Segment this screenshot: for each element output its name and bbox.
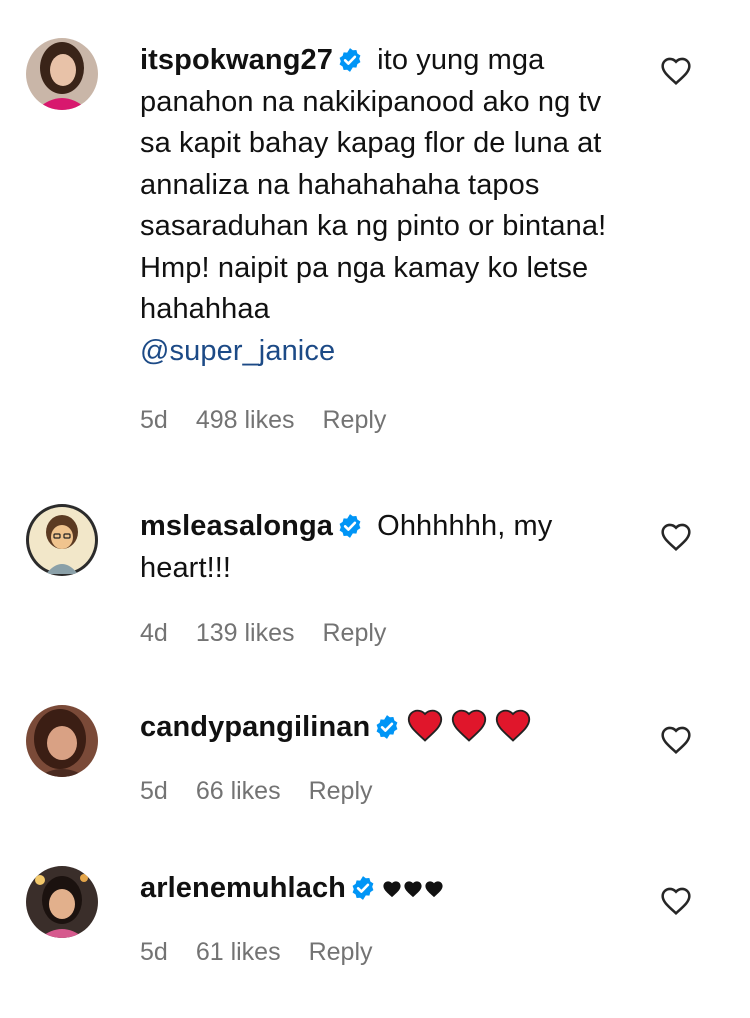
comment-text: candypangilinan	[140, 707, 640, 749]
reply-button[interactable]: Reply	[322, 619, 386, 648]
comment-body: itspokwang27 ito yung mga panahon na nak…	[140, 40, 640, 435]
verified-badge-icon	[376, 715, 398, 739]
mention-link[interactable]: @super_janice	[140, 335, 335, 367]
avatar[interactable]	[26, 705, 98, 777]
comment-content: ito yung mga panahon na nakikipanood ako…	[140, 44, 607, 325]
like-heart-icon[interactable]	[660, 56, 692, 88]
reply-button[interactable]: Reply	[322, 406, 386, 435]
reply-button[interactable]: Reply	[309, 777, 373, 806]
reply-button[interactable]: Reply	[309, 938, 373, 967]
comment-text: arlenemuhlach	[140, 868, 640, 910]
comment-text: itspokwang27 ito yung mga panahon na nak…	[140, 40, 640, 372]
comment-meta: 4d 139 likes Reply	[140, 619, 640, 648]
avatar[interactable]	[26, 866, 98, 938]
like-count[interactable]: 61 likes	[196, 938, 281, 967]
red-heart-icon	[408, 709, 443, 742]
like-heart-icon[interactable]	[660, 725, 692, 757]
like-count[interactable]: 498 likes	[196, 406, 295, 435]
verified-badge-icon	[339, 514, 361, 538]
comment-meta: 5d 61 likes Reply	[140, 938, 640, 967]
username[interactable]: arlenemuhlach	[140, 872, 346, 904]
comment-age: 4d	[140, 619, 168, 647]
verified-badge-icon	[339, 48, 361, 72]
comment-meta: 5d 66 likes Reply	[140, 777, 640, 806]
username[interactable]: candypangilinan	[140, 711, 370, 743]
like-heart-icon[interactable]	[660, 522, 692, 554]
username[interactable]: itspokwang27	[140, 44, 333, 76]
red-heart-icon	[452, 709, 487, 742]
username[interactable]: msleasalonga	[140, 510, 333, 542]
like-count[interactable]: 139 likes	[196, 619, 295, 648]
red-hearts-emoji	[406, 708, 532, 742]
comment-age: 5d	[140, 937, 168, 966]
avatar[interactable]	[26, 38, 98, 110]
comment-body: msleasalonga Ohhhhhh, my heart!!! 4d 139…	[140, 506, 640, 648]
comment-age: 5d	[140, 776, 168, 805]
avatar[interactable]	[26, 504, 98, 576]
black-heart-icon	[404, 881, 422, 898]
black-heart-icon	[425, 881, 443, 898]
black-hearts-emoji	[382, 880, 444, 898]
comment-body: arlenemuhlach 5d 61 likes Reply	[140, 868, 640, 967]
comment-text: msleasalonga Ohhhhhh, my heart!!!	[140, 506, 640, 589]
like-heart-icon[interactable]	[660, 886, 692, 918]
red-heart-icon	[496, 709, 531, 742]
comment-age: 5d	[140, 406, 168, 434]
comment-meta: 5d 498 likes Reply	[140, 406, 640, 435]
like-count[interactable]: 66 likes	[196, 777, 281, 806]
black-heart-icon	[383, 881, 401, 898]
verified-badge-icon	[352, 876, 374, 900]
comment-body: candypangilinan 5d 66 likes Reply	[140, 707, 640, 806]
